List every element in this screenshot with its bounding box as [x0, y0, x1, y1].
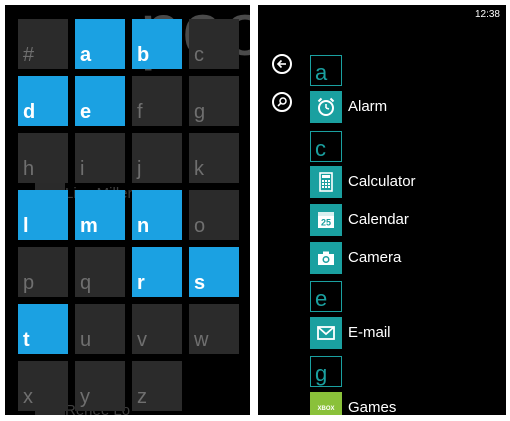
group-header-a[interactable]: a: [310, 55, 342, 86]
calendar-icon-day: 25: [321, 218, 331, 228]
letter-tile-k[interactable]: k: [189, 133, 239, 183]
letter-tile-z[interactable]: z: [132, 361, 182, 411]
letter-tile-label: x: [23, 386, 33, 408]
calculator-icon: [310, 166, 342, 198]
search-button[interactable]: [272, 92, 292, 112]
letter-tile-label: a: [80, 44, 92, 66]
letter-tile-o[interactable]: o: [189, 190, 239, 240]
app-name: Calculator: [348, 173, 416, 190]
letter-tile-v[interactable]: v: [132, 304, 182, 354]
search-icon: [277, 97, 287, 107]
letter-tile-d[interactable]: d: [18, 76, 68, 126]
letter-tile-f[interactable]: f: [132, 76, 182, 126]
letter-tile-label: v: [137, 329, 147, 351]
letter-tile-label: e: [80, 101, 92, 123]
app-name: Games: [348, 399, 397, 415]
letter-tile-t[interactable]: t: [18, 304, 68, 354]
letter-tile-b[interactable]: b: [132, 19, 182, 69]
letter-tile-label: u: [80, 329, 92, 351]
letter-tile-label: j: [137, 158, 142, 180]
letter-tile-y[interactable]: y: [75, 361, 125, 411]
letter-tile-label: t: [23, 329, 30, 351]
letter-tile-m[interactable]: m: [75, 190, 125, 240]
letter-tile-label: f: [137, 101, 143, 123]
group-header-e[interactable]: e: [310, 281, 342, 312]
letter-tile-label: n: [137, 215, 150, 237]
app-item-games[interactable]: XBOX Games: [310, 392, 500, 415]
app-name: Alarm: [348, 98, 388, 115]
back-button[interactable]: [272, 54, 292, 74]
app-list-panel: 12:38 a Alarm c Calculator 25 Calendar C…: [258, 5, 506, 415]
letter-tile-s[interactable]: s: [189, 247, 239, 297]
letter-tile-label: c: [194, 44, 204, 66]
group-header-c[interactable]: c: [310, 131, 342, 162]
letter-tile-x[interactable]: x: [18, 361, 68, 411]
alarm-clock-icon: [310, 91, 342, 123]
letter-tile-label: i: [80, 158, 85, 180]
letter-tile-l[interactable]: l: [18, 190, 68, 240]
group-header-letter: c: [315, 136, 326, 161]
group-header-g[interactable]: g: [310, 356, 342, 387]
letter-tile-g[interactable]: g: [189, 76, 239, 126]
letter-tile-n[interactable]: n: [132, 190, 182, 240]
calendar-icon: 25: [310, 204, 342, 236]
letter-tile-label: #: [23, 44, 35, 66]
letter-tile-label: r: [137, 272, 145, 294]
letter-tile-i[interactable]: i: [75, 133, 125, 183]
app-item-camera[interactable]: Camera: [310, 242, 500, 274]
letter-tile-w[interactable]: w: [189, 304, 239, 354]
letter-tile-p[interactable]: p: [18, 247, 68, 297]
jump-list-panel: people Lisa Miller Renee Lo #abcdefghijk…: [5, 5, 250, 415]
group-header-letter: a: [315, 60, 328, 85]
status-time: 12:38: [474, 9, 500, 20]
back-arrow-icon: [276, 59, 286, 69]
letter-tile-label: q: [80, 272, 92, 294]
letter-tile-label: m: [80, 215, 98, 237]
app-item-calendar[interactable]: 25 Calendar: [310, 204, 500, 236]
letter-tile-hash[interactable]: #: [18, 19, 68, 69]
letter-tile-u[interactable]: u: [75, 304, 125, 354]
letter-tile-label: s: [194, 272, 206, 294]
xbox-icon: XBOX: [310, 392, 342, 415]
letter-tile-label: h: [23, 158, 35, 180]
letter-tile-label: l: [23, 215, 29, 237]
app-name: E-mail: [348, 324, 391, 341]
app-item-alarm[interactable]: Alarm: [310, 91, 500, 123]
letter-tile-label: p: [23, 272, 35, 294]
letter-tile-label: w: [194, 329, 209, 351]
letter-tile-label: y: [80, 386, 90, 408]
letter-tile-label: k: [194, 158, 204, 180]
letter-tile-a[interactable]: a: [75, 19, 125, 69]
letter-tile-label: o: [194, 215, 206, 237]
letter-tile-h[interactable]: h: [18, 133, 68, 183]
app-item-calculator[interactable]: Calculator: [310, 166, 500, 198]
letter-tile-label: d: [23, 101, 36, 123]
letter-tile-j[interactable]: j: [132, 133, 182, 183]
letter-tile-q[interactable]: q: [75, 247, 125, 297]
group-header-letter: g: [315, 361, 328, 386]
app-item-email[interactable]: E-mail: [310, 317, 500, 349]
letter-tile-e[interactable]: e: [75, 76, 125, 126]
letter-tile-c[interactable]: c: [189, 19, 239, 69]
app-name: Calendar: [348, 211, 409, 228]
camera-icon: [310, 242, 342, 274]
letter-tile-label: b: [137, 44, 150, 66]
group-header-letter: e: [315, 286, 328, 311]
letter-tile-label: z: [137, 386, 147, 408]
letter-tile-label: g: [194, 101, 206, 123]
envelope-icon: [310, 317, 342, 349]
letter-tile-r[interactable]: r: [132, 247, 182, 297]
app-name: Camera: [348, 249, 402, 266]
xbox-icon-text: XBOX: [317, 406, 334, 412]
